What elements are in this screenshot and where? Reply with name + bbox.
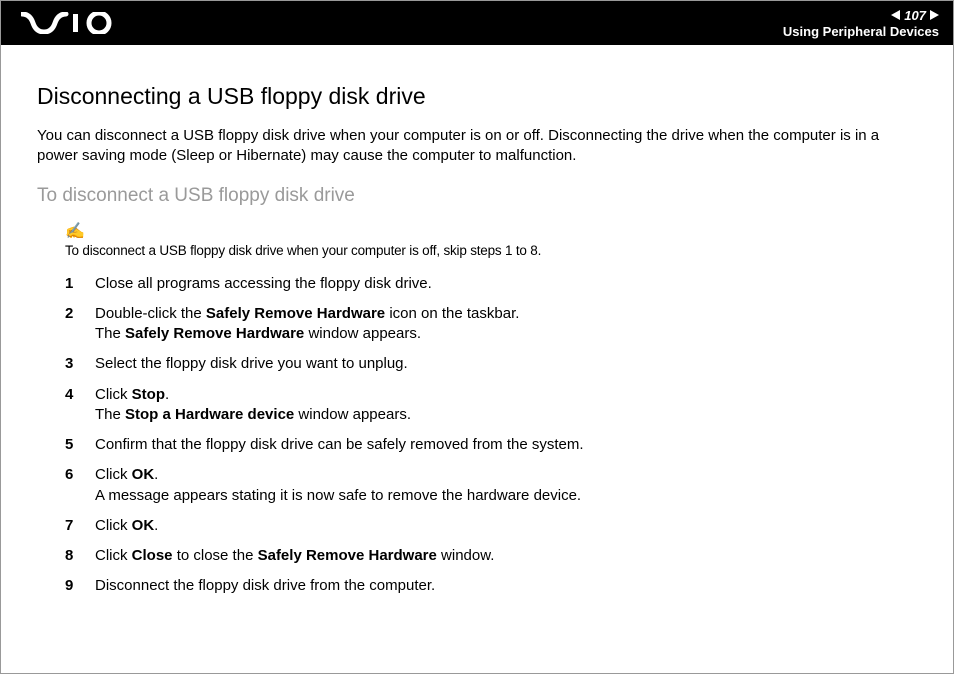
next-page-arrow-icon[interactable] <box>930 10 939 20</box>
step-text: Click Stop.The Stop a Hardware device wi… <box>95 385 917 426</box>
page-number: 107 <box>904 8 926 23</box>
step-item: 2Double-click the Safely Remove Hardware… <box>65 304 917 345</box>
step-item: 1Close all programs accessing the floppy… <box>65 274 917 294</box>
note-text: To disconnect a USB floppy disk drive wh… <box>65 243 917 258</box>
page-nav: 107 <box>891 8 939 23</box>
step-item: 4Click Stop.The Stop a Hardware device w… <box>65 385 917 426</box>
step-text: Disconnect the floppy disk drive from th… <box>95 576 917 596</box>
content: Disconnecting a USB floppy disk drive Yo… <box>1 45 953 627</box>
step-text: Double-click the Safely Remove Hardware … <box>95 304 917 345</box>
step-text: Select the floppy disk drive you want to… <box>95 354 917 374</box>
step-number: 3 <box>65 354 95 374</box>
step-number: 4 <box>65 385 95 405</box>
step-number: 9 <box>65 576 95 596</box>
procedure-subtitle: To disconnect a USB floppy disk drive <box>37 185 917 207</box>
note-block: ✍ To disconnect a USB floppy disk drive … <box>65 221 917 258</box>
step-text: Confirm that the floppy disk drive can b… <box>95 435 917 455</box>
vaio-logo <box>21 12 117 34</box>
step-text: Click OK.A message appears stating it is… <box>95 465 917 506</box>
step-number: 2 <box>65 304 95 324</box>
page-title: Disconnecting a USB floppy disk drive <box>37 83 917 110</box>
step-text: Close all programs accessing the floppy … <box>95 274 917 294</box>
step-item: 3Select the floppy disk drive you want t… <box>65 354 917 374</box>
header-bar: 107 Using Peripheral Devices <box>1 1 953 45</box>
prev-page-arrow-icon[interactable] <box>891 10 900 20</box>
section-title: Using Peripheral Devices <box>783 24 939 39</box>
step-item: 5Confirm that the floppy disk drive can … <box>65 435 917 455</box>
step-item: 9Disconnect the floppy disk drive from t… <box>65 576 917 596</box>
step-number: 5 <box>65 435 95 455</box>
step-number: 1 <box>65 274 95 294</box>
step-number: 7 <box>65 516 95 536</box>
intro-paragraph: You can disconnect a USB floppy disk dri… <box>37 126 917 167</box>
step-item: 8Click Close to close the Safely Remove … <box>65 546 917 566</box>
step-text: Click Close to close the Safely Remove H… <box>95 546 917 566</box>
note-icon: ✍ <box>65 221 917 241</box>
step-number: 8 <box>65 546 95 566</box>
step-item: 6Click OK.A message appears stating it i… <box>65 465 917 506</box>
step-item: 7Click OK. <box>65 516 917 536</box>
steps-list: 1Close all programs accessing the floppy… <box>65 274 917 597</box>
step-text: Click OK. <box>95 516 917 536</box>
header-right: 107 Using Peripheral Devices <box>783 8 939 39</box>
step-number: 6 <box>65 465 95 485</box>
